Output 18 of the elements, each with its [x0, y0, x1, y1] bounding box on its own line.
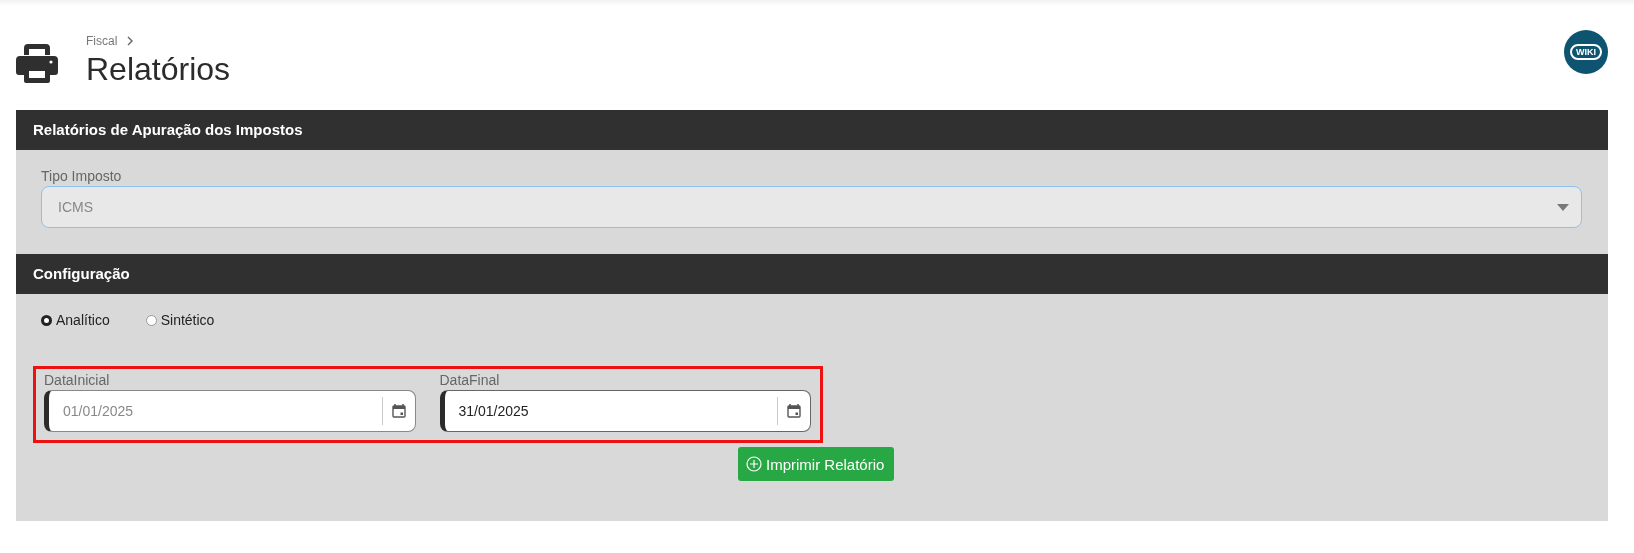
- plus-circle-icon: [746, 456, 762, 472]
- radio-button[interactable]: [145, 314, 157, 326]
- radio-label[interactable]: Analítico: [56, 312, 110, 328]
- radio-button[interactable]: [41, 314, 52, 326]
- chevron-icon: [127, 36, 134, 46]
- field-label: DataInicial: [44, 372, 111, 388]
- section-header: Configuração: [16, 254, 1608, 294]
- printer-icon: [16, 43, 58, 83]
- date-field[interactable]: 31/01/2025: [439, 390, 811, 432]
- page-title: Relatórios: [86, 50, 231, 88]
- calendar-icon[interactable]: [787, 404, 801, 418]
- radio-label[interactable]: Sintético: [160, 312, 215, 328]
- dropdown-caret-icon: [1557, 203, 1569, 211]
- breadcrumb-link[interactable]: Fiscal: [86, 34, 118, 48]
- field-label: DataFinal: [439, 372, 501, 388]
- field-label: Tipo Imposto: [41, 168, 123, 184]
- wiki-button[interactable]: WIKI: [1564, 30, 1608, 74]
- section-header: Relatórios de Apuração dos Impostos: [16, 110, 1608, 150]
